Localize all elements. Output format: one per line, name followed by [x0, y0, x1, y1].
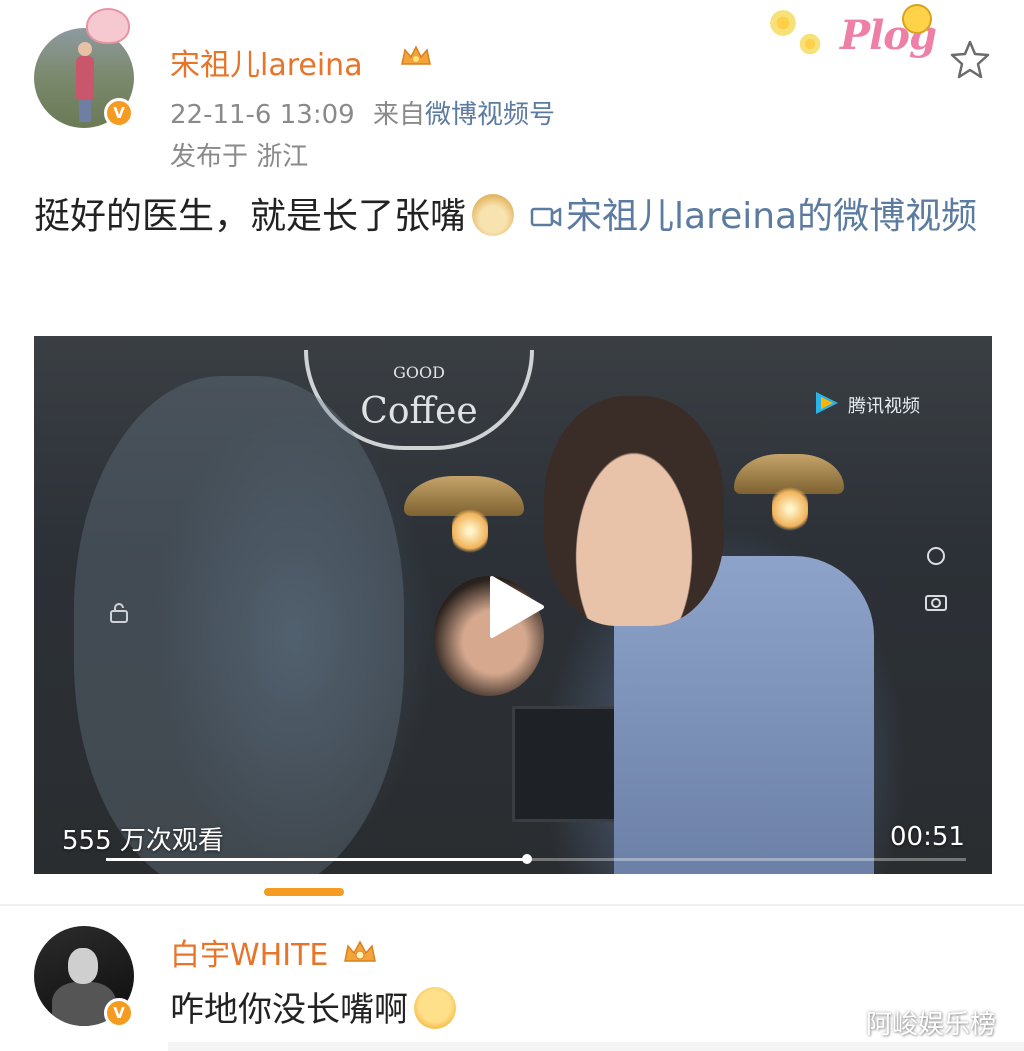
- divider: [0, 904, 1024, 906]
- tencent-video-logo: 腾讯视频: [812, 382, 932, 432]
- avatar-sticker-icon: [86, 8, 130, 44]
- video-duration: 00:51: [890, 822, 965, 852]
- doge-emoji-icon: [472, 194, 515, 236]
- danmaku-icon: [927, 547, 945, 565]
- vip-crown-icon: [343, 940, 376, 962]
- commenter-name-text[interactable]: 白宇WHITE: [170, 938, 328, 973]
- avatar-photo-face: [68, 948, 98, 984]
- post-body: 挺好的医生，就是长了张嘴 宋祖儿lareina的微博视频: [34, 190, 984, 244]
- verified-badge-icon: V: [104, 998, 134, 1028]
- comment-text: 咋地你没长嘴啊: [170, 990, 408, 1030]
- avatar-photo: [76, 42, 94, 122]
- plog-sticker: Plog: [762, 2, 952, 78]
- post-location: 发布于 浙江: [170, 142, 309, 172]
- video-foreground-blur: [74, 376, 404, 874]
- post-source-link[interactable]: 微博视频号: [425, 100, 555, 130]
- favorite-star-icon[interactable]: [948, 38, 992, 82]
- video-view-count: 555 万次观看: [62, 826, 224, 856]
- video-camera-icon: [530, 207, 562, 227]
- video-person-head: [544, 396, 724, 626]
- video-sign-top-text: GOOD: [393, 363, 445, 382]
- video-progress-fill: [106, 858, 528, 861]
- tencent-video-icon: [816, 392, 838, 414]
- media-pager-indicator: [264, 888, 344, 896]
- video-bulb: [452, 508, 488, 554]
- video-link[interactable]: 宋祖儿lareina的微博视频: [566, 196, 977, 237]
- post-author-name[interactable]: 宋祖儿lareina: [170, 40, 363, 84]
- flower-icon: [798, 32, 822, 56]
- flower-icon: [768, 8, 798, 38]
- play-icon[interactable]: [486, 574, 546, 640]
- verified-badge-icon: V: [104, 98, 134, 128]
- tencent-video-label: 腾讯视频: [848, 396, 920, 417]
- video-progress-bar[interactable]: [106, 854, 966, 864]
- commenter-name[interactable]: 白宇WHITE: [170, 930, 378, 974]
- comment-body: 咋地你没长嘴啊: [170, 982, 456, 1031]
- post-timestamp: 22-11-6 13:09: [170, 100, 355, 130]
- post-meta: 22-11-6 13:09 来自微博视频号: [170, 94, 555, 131]
- video-player[interactable]: GOOD Coffee 腾讯视频 555 万次观看 00:51: [34, 336, 992, 874]
- post-source-prefix: 来自: [372, 100, 425, 130]
- video-bulb: [772, 486, 808, 532]
- reply-bar: [168, 1042, 1024, 1051]
- camera-icon: [925, 595, 947, 611]
- smiley-icon: [902, 4, 932, 34]
- vip-crown-icon: [401, 45, 431, 65]
- post-text: 挺好的医生，就是长了张嘴: [34, 196, 467, 237]
- watermark: 阿峻娱乐榜: [866, 1010, 997, 1040]
- shush-emoji-icon: [414, 987, 456, 1029]
- video-monitor: [512, 706, 628, 822]
- lock-icon: [110, 603, 128, 623]
- video-side-controls: [924, 546, 954, 616]
